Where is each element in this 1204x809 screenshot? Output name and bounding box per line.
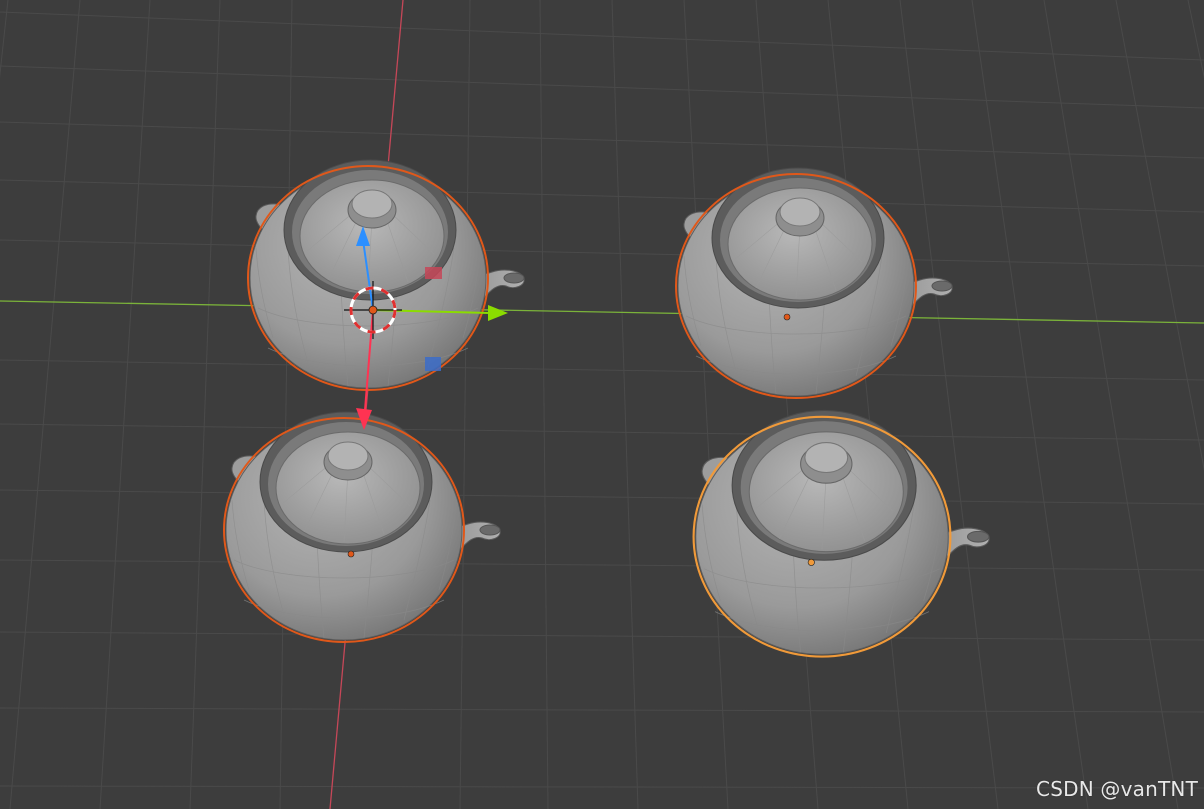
teapot-bottom-right[interactable] bbox=[692, 409, 990, 658]
gizmo-plane-handle-blue bbox=[425, 357, 441, 371]
teapot-bottom-left[interactable] bbox=[223, 411, 501, 643]
y-axis-line bbox=[0, 300, 1204, 324]
watermark-text: CSDN @vanTNT bbox=[1036, 777, 1198, 801]
gizmo-plane-handle-red bbox=[425, 267, 442, 279]
viewport-scene[interactable] bbox=[0, 0, 1204, 809]
teapot-top-left[interactable] bbox=[247, 159, 525, 391]
3d-viewport[interactable]: CSDN @vanTNT bbox=[0, 0, 1204, 809]
gizmo-y-arrow bbox=[488, 305, 508, 321]
object-origin-dot bbox=[783, 313, 791, 321]
x-axis-line bbox=[329, 0, 404, 809]
floor-grid bbox=[0, 0, 1204, 809]
object-origin-dot bbox=[347, 550, 355, 558]
object-origin-dot bbox=[807, 558, 815, 566]
teapot-top-right[interactable] bbox=[675, 167, 953, 399]
